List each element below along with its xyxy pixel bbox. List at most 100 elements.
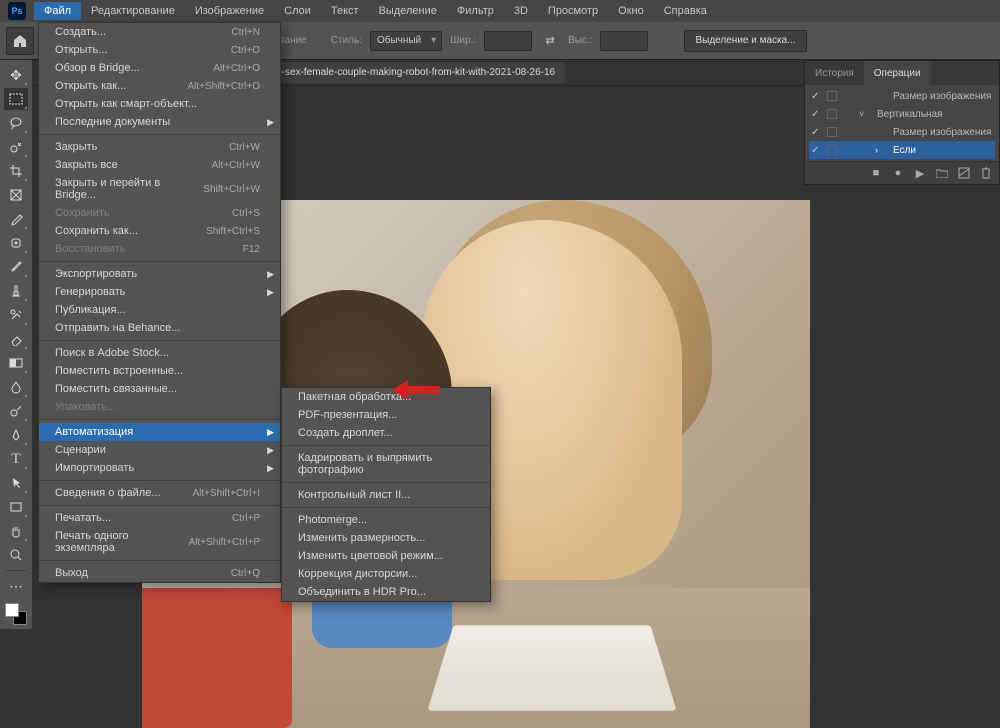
- blur-tool[interactable]: [4, 376, 28, 398]
- brush-tool[interactable]: [4, 256, 28, 278]
- history-tab[interactable]: История: [805, 61, 864, 85]
- color-swatches[interactable]: [5, 603, 27, 625]
- menu-просмотр[interactable]: Просмотр: [538, 2, 608, 20]
- play-icon[interactable]: ▶: [913, 166, 927, 180]
- zoom-tool[interactable]: [4, 544, 28, 566]
- menu-фильтр[interactable]: Фильтр: [447, 2, 504, 20]
- menu-item[interactable]: Отправить на Behance...: [39, 319, 280, 337]
- menu-item[interactable]: Пакетная обработка...: [282, 388, 490, 406]
- style-select[interactable]: Обычный: [370, 31, 442, 51]
- menu-item[interactable]: Импортировать▶: [39, 459, 280, 477]
- menu-item[interactable]: ЗакрытьCtrl+W: [39, 138, 280, 156]
- foreground-color[interactable]: [5, 603, 19, 617]
- menu-item[interactable]: Создать...Ctrl+N: [39, 23, 280, 41]
- menu-separator: [39, 419, 280, 420]
- dialog-toggle[interactable]: [827, 145, 837, 155]
- menu-item[interactable]: Photomerge...: [282, 511, 490, 529]
- menu-слои[interactable]: Слои: [274, 2, 321, 20]
- type-tool[interactable]: T: [4, 448, 28, 470]
- width-input[interactable]: [484, 31, 532, 51]
- menu-item[interactable]: Коррекция дисторсии...: [282, 565, 490, 583]
- menu-item[interactable]: Объединить в HDR Pro...: [282, 583, 490, 601]
- new-folder-icon[interactable]: [935, 166, 949, 180]
- actions-tab[interactable]: Операции: [864, 61, 931, 85]
- move-tool[interactable]: ✥: [4, 64, 28, 86]
- menu-редактирование[interactable]: Редактирование: [81, 2, 185, 20]
- record-icon[interactable]: ●: [891, 166, 905, 180]
- menu-item[interactable]: Закрыть всеAlt+Ctrl+W: [39, 156, 280, 174]
- stamp-tool[interactable]: [4, 280, 28, 302]
- menu-item[interactable]: Последние документы▶: [39, 113, 280, 131]
- height-input[interactable]: [600, 31, 648, 51]
- menu-item[interactable]: Поместить связанные...: [39, 380, 280, 398]
- action-row[interactable]: ✓›Если: [809, 141, 995, 159]
- dialog-toggle[interactable]: [827, 109, 837, 119]
- quick-select-tool[interactable]: [4, 136, 28, 158]
- menu-item[interactable]: Обзор в Bridge...Alt+Ctrl+O: [39, 59, 280, 77]
- dodge-tool[interactable]: [4, 400, 28, 422]
- pen-tool[interactable]: [4, 424, 28, 446]
- action-row[interactable]: ✓Размер изображения: [809, 87, 995, 105]
- menu-item[interactable]: Печать одного экземпляраAlt+Shift+Ctrl+P: [39, 527, 280, 557]
- submenu-arrow-icon: ▶: [267, 463, 274, 474]
- menu-справка[interactable]: Справка: [654, 2, 717, 20]
- menu-изображение[interactable]: Изображение: [185, 2, 274, 20]
- menu-item[interactable]: Сохранить как...Shift+Ctrl+S: [39, 222, 280, 240]
- menu-separator: [39, 340, 280, 341]
- menu-item[interactable]: Создать дроплет...: [282, 424, 490, 442]
- menu-item[interactable]: Открыть как смарт-объект...: [39, 95, 280, 113]
- dialog-toggle[interactable]: [827, 127, 837, 137]
- menu-item[interactable]: Изменить размерность...: [282, 529, 490, 547]
- hand-tool[interactable]: [4, 520, 28, 542]
- menu-item[interactable]: ВыходCtrl+Q: [39, 564, 280, 582]
- menu-item[interactable]: Контрольный лист II...: [282, 486, 490, 504]
- menu-item[interactable]: Поместить встроенные...: [39, 362, 280, 380]
- marquee-tool[interactable]: [4, 88, 28, 110]
- swap-dims-icon[interactable]: ⇄: [540, 31, 560, 51]
- expand-icon[interactable]: ›: [875, 145, 885, 155]
- menu-item[interactable]: Поиск в Adobe Stock...: [39, 344, 280, 362]
- gradient-tool[interactable]: [4, 352, 28, 374]
- healing-tool[interactable]: [4, 232, 28, 254]
- menu-текст[interactable]: Текст: [321, 2, 369, 20]
- menu-item[interactable]: Публикация...: [39, 301, 280, 319]
- menu-item[interactable]: Экспортировать▶: [39, 265, 280, 283]
- path-select-tool[interactable]: [4, 472, 28, 494]
- menu-item[interactable]: Открыть...Ctrl+O: [39, 41, 280, 59]
- shape-tool[interactable]: [4, 496, 28, 518]
- select-and-mask-button[interactable]: Выделение и маска...: [684, 30, 806, 52]
- history-brush-tool[interactable]: [4, 304, 28, 326]
- action-row[interactable]: ✓Размер изображения: [809, 123, 995, 141]
- menu-item[interactable]: Закрыть и перейти в Bridge...Shift+Ctrl+…: [39, 174, 280, 204]
- menu-item[interactable]: Открыть как...Alt+Shift+Ctrl+O: [39, 77, 280, 95]
- menu-окно[interactable]: Окно: [608, 2, 654, 20]
- menu-файл[interactable]: Файл: [34, 2, 81, 20]
- new-action-icon[interactable]: [957, 166, 971, 180]
- home-button[interactable]: [6, 27, 34, 55]
- menu-3d[interactable]: 3D: [504, 2, 538, 20]
- menu-item[interactable]: Генерировать▶: [39, 283, 280, 301]
- menu-item[interactable]: Сценарии▶: [39, 441, 280, 459]
- menu-shortcut: Ctrl+S: [232, 208, 260, 219]
- menu-item[interactable]: Автоматизация▶: [39, 423, 280, 441]
- frame-tool[interactable]: [4, 184, 28, 206]
- edit-toolbar[interactable]: ⋯: [4, 575, 28, 597]
- menu-item-label: Создать дроплет...: [298, 427, 393, 439]
- stop-icon[interactable]: ■: [869, 166, 883, 180]
- crop-tool[interactable]: [4, 160, 28, 182]
- menu-item[interactable]: PDF-презентация...: [282, 406, 490, 424]
- dialog-toggle[interactable]: [827, 91, 837, 101]
- eraser-tool[interactable]: [4, 328, 28, 350]
- trash-icon[interactable]: [979, 166, 993, 180]
- lasso-tool[interactable]: [4, 112, 28, 134]
- expand-icon[interactable]: ˅: [859, 109, 869, 119]
- tab-label: same-sex-female-couple-making-robot-from…: [257, 67, 555, 78]
- menu-item[interactable]: Печатать...Ctrl+P: [39, 509, 280, 527]
- menu-item[interactable]: Сведения о файле...Alt+Shift+Ctrl+I: [39, 484, 280, 502]
- document-tab[interactable]: same-sex-female-couple-making-robot-from…: [236, 62, 565, 83]
- menu-item[interactable]: Изменить цветовой режим...: [282, 547, 490, 565]
- eyedropper-tool[interactable]: [4, 208, 28, 230]
- menu-выделение[interactable]: Выделение: [369, 2, 447, 20]
- action-row[interactable]: ✓˅Вертикальная: [809, 105, 995, 123]
- menu-item[interactable]: Кадрировать и выпрямить фотографию: [282, 449, 490, 479]
